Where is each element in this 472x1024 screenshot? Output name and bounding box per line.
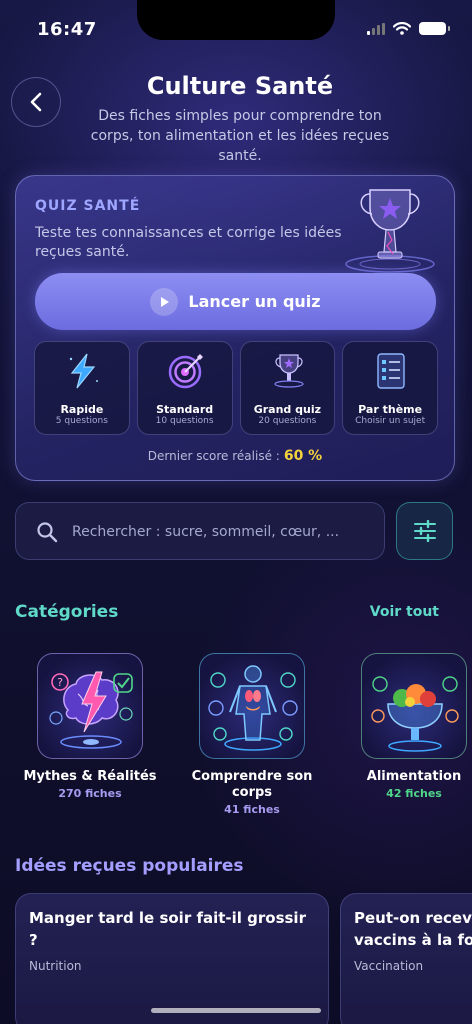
category-count: 270 fiches (58, 787, 122, 800)
mode-sub: 5 questions (55, 416, 108, 426)
search-input[interactable] (72, 517, 377, 547)
status-icons (367, 22, 450, 35)
quiz-label: QUIZ SANTÉ (35, 198, 141, 214)
svg-text:?: ? (57, 676, 63, 689)
mode-sub: 10 questions (155, 416, 214, 426)
chevron-left-icon (30, 92, 42, 112)
target-icon (168, 354, 203, 389)
page-title: Culture Santé (146, 72, 334, 100)
mode-name: Par thème (358, 403, 423, 416)
brain-lightning-icon: ? (37, 653, 143, 759)
popular-title: Idées reçues populaires (15, 856, 244, 876)
mode-rapide[interactable]: Rapide 5 questions (34, 341, 130, 435)
app-screen: 16:47 Culture Santé Des fiches simples p… (0, 0, 472, 1024)
popular-tag: Nutrition (29, 959, 82, 973)
lightning-icon (69, 353, 98, 389)
status-bar: 16:47 (0, 0, 472, 58)
mode-par-theme[interactable]: Par thème Choisir un sujet (342, 341, 438, 435)
food-bowl-icon (361, 653, 467, 759)
last-score: Dernier score réalisé :60 % (16, 448, 454, 464)
launch-quiz-button[interactable]: Lancer un quiz (35, 273, 436, 330)
trophy-icon (345, 189, 435, 273)
popular-tag: Vaccination (354, 959, 424, 973)
category-alimentation[interactable]: Alimentation 42 fiches (342, 653, 472, 800)
category-count: 41 fiches (224, 803, 280, 816)
popular-question: Manger tard le soir fait-il grossir ? (29, 909, 306, 949)
signal-icon (367, 22, 385, 35)
mode-sub: 20 questions (258, 416, 317, 426)
see-all-link[interactable]: Voir tout (370, 604, 439, 620)
category-mythes-realites[interactable]: ? Mythes & Réalités 270 fiches (18, 653, 162, 800)
launch-quiz-label: Lancer un quiz (188, 292, 321, 311)
mode-name: Rapide (60, 403, 104, 416)
human-body-icon (199, 653, 305, 759)
status-time: 16:47 (37, 19, 97, 40)
trophy-icon (273, 354, 304, 388)
last-score-value: 60 % (283, 448, 323, 464)
battery-icon (419, 22, 450, 35)
quiz-modes: Rapide 5 questions Standard 10 questions (34, 341, 438, 435)
mode-sub: Choisir un sujet (355, 416, 426, 426)
device-notch (137, 0, 335, 40)
popular-card[interactable]: Peut-on recevoir plusieurs vaccins à la … (340, 893, 472, 1024)
checklist-icon (377, 353, 405, 389)
category-count: 42 fiches (386, 787, 442, 800)
popular-card[interactable]: Manger tard le soir fait-il grossir ? Nu… (15, 893, 329, 1024)
category-name: Mythes & Réalités (23, 769, 157, 784)
last-score-label: Dernier score réalisé : (147, 449, 280, 463)
wifi-icon (393, 22, 411, 35)
home-indicator[interactable] (151, 1008, 321, 1013)
category-name: Alimentation (366, 769, 462, 784)
search-icon (37, 522, 58, 543)
category-name: Comprendre son corps (191, 769, 313, 800)
category-comprendre-corps[interactable]: Comprendre son corps 41 fiches (180, 653, 324, 816)
mode-name: Grand quiz (253, 403, 322, 416)
categories-title: Catégories (15, 602, 119, 622)
play-icon (150, 287, 179, 316)
mode-name: Standard (156, 403, 214, 416)
sliders-icon (413, 520, 436, 542)
quiz-description: Teste tes connaissances et corrige les i… (35, 225, 342, 260)
back-button[interactable] (11, 77, 61, 127)
popular-question: Peut-on recevoir plusieurs vaccins à la … (354, 909, 472, 949)
page-subtitle: Des fiches simples pour comprendre ton c… (90, 108, 390, 164)
filter-button[interactable] (396, 502, 453, 560)
mode-grand-quiz[interactable]: Grand quiz 20 questions (239, 341, 336, 435)
quiz-card: QUIZ SANTÉ Teste tes connaissances et co… (15, 175, 455, 481)
mode-standard[interactable]: Standard 10 questions (136, 341, 233, 435)
search-bar (15, 502, 385, 560)
